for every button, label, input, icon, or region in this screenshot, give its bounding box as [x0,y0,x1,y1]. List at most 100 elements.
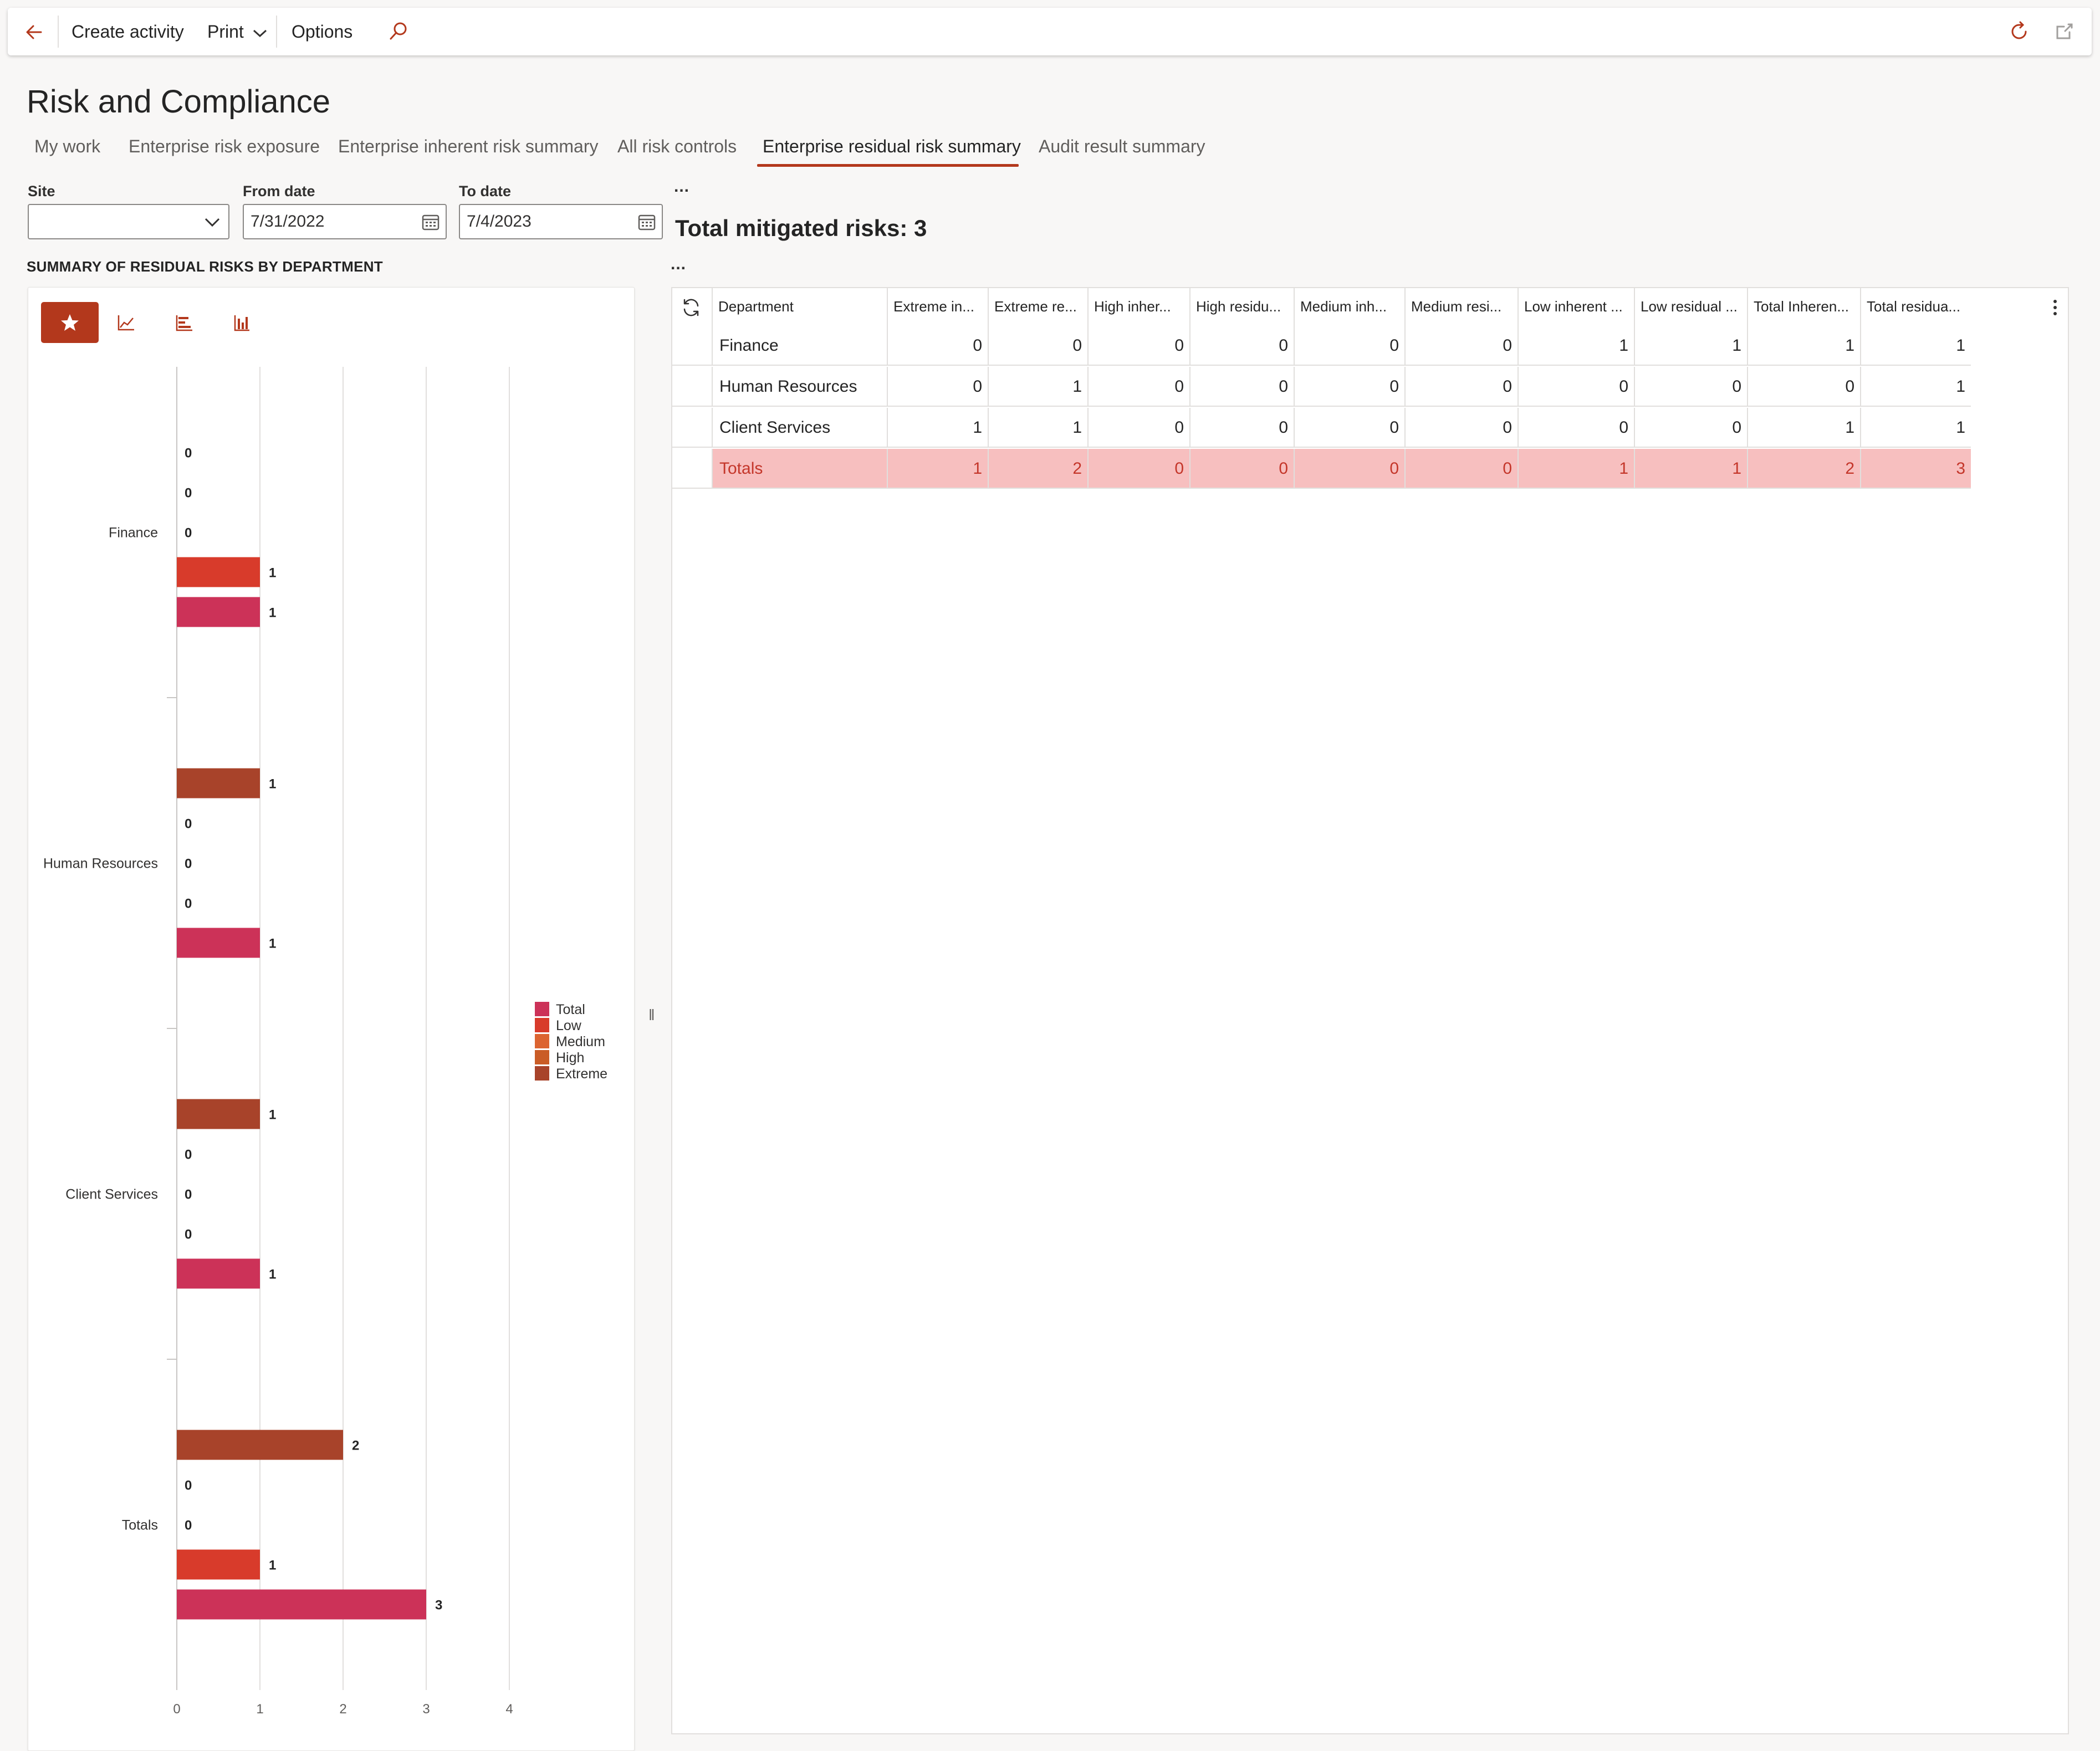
column-header[interactable]: Low residual ... [1634,287,1747,326]
column-header[interactable]: Extreme in... [887,287,988,326]
chart-type-favorite-button[interactable] [41,302,99,343]
from-date-label: From date [243,183,315,199]
legend-label: Extreme [556,1066,607,1082]
grid-cell-value[interactable]: 0 [1747,367,1860,407]
search-icon[interactable] [387,20,410,43]
grid-cell-value[interactable]: 1 [887,449,988,489]
chart-type-line-button[interactable] [98,302,155,343]
grid-cell-value[interactable]: 0 [1189,326,1294,366]
grid-cell-value[interactable]: 0 [1294,449,1404,489]
data-label: 1 [269,1558,276,1573]
data-label: 0 [185,1227,192,1242]
data-label: 1 [269,1267,276,1282]
grid-cell-value[interactable]: 0 [1189,449,1294,489]
data-label: 0 [185,486,192,501]
legend-swatch [535,1002,549,1016]
grid-cell-value[interactable]: 1 [988,408,1087,448]
grid-cell-value[interactable]: 0 [1087,449,1189,489]
star-icon [61,314,79,331]
grid-cell-value[interactable]: 1 [1517,326,1634,366]
grid-cell-value[interactable]: 0 [887,367,988,407]
grid-cell-value[interactable]: 0 [1634,408,1747,448]
column-header[interactable]: High inher... [1087,287,1189,326]
grid-cell-value[interactable]: 0 [1404,326,1517,366]
grid-cell-value[interactable]: 1 [1747,326,1860,366]
grid-cell-value[interactable]: 0 [1404,449,1517,489]
grid-cell-value[interactable]: 0 [887,326,988,366]
column-header[interactable]: Medium resi... [1404,287,1517,326]
grid-cell-value[interactable]: 0 [1087,367,1189,407]
category-label: Human Resources [43,856,158,872]
calendar-icon[interactable] [421,213,440,232]
grid-cell-value[interactable]: 0 [1294,408,1404,448]
grid-cell-value[interactable]: 0 [1087,326,1189,366]
grid-cell-value[interactable]: 1 [1860,408,1971,448]
grid-cell-department[interactable]: Finance [712,326,887,366]
grid-cell-department[interactable]: Human Resources [712,367,887,407]
column-header[interactable]: Medium inh... [1294,287,1404,326]
grid-cell-value[interactable]: 1 [1634,449,1747,489]
grid-cell-value[interactable]: 1 [1634,326,1747,366]
grid-cell-value[interactable]: 0 [1087,408,1189,448]
grid-cell-value[interactable]: 1 [1860,326,1971,366]
tab-all-risk-controls[interactable]: All risk controls [617,136,737,157]
options-button[interactable]: Options [292,8,352,55]
column-header[interactable]: Low inherent ... [1517,287,1634,326]
refresh-grid-icon[interactable] [679,296,703,319]
data-label: 0 [185,857,192,872]
grid-cell-department[interactable]: Client Services [712,408,887,448]
legend-label: Low [556,1018,582,1033]
grid-cell-value[interactable]: 0 [1517,408,1634,448]
grid-cell-value[interactable]: 0 [988,326,1087,366]
create-activity-button[interactable]: Create activity [71,8,184,55]
more-options-ellipsis[interactable]: ... [674,177,689,196]
more-options-ellipsis[interactable]: ... [671,255,686,274]
grid-cell-value[interactable]: 1 [1517,449,1634,489]
x-tick-label: 4 [505,1702,513,1717]
print-button[interactable]: Print [207,8,268,55]
grid-cell-value[interactable]: 3 [1860,449,1971,489]
tab-enterprise-residual-risk-summary[interactable]: Enterprise residual risk summary [763,136,1021,157]
grid-cell-value[interactable]: 0 [1634,367,1747,407]
grid-cell-value[interactable]: 0 [1294,326,1404,366]
column-options-icon[interactable] [2047,298,2063,317]
chart-type-column-button[interactable] [213,302,270,343]
column-header[interactable]: High residu... [1189,287,1294,326]
grid-cell-value[interactable]: 1 [1860,367,1971,407]
column-header[interactable]: Department [712,287,887,326]
data-label: 0 [185,1148,192,1163]
tab-my-work[interactable]: My work [34,136,100,157]
site-dropdown[interactable] [28,204,229,239]
grid-cell-value[interactable]: 0 [1404,408,1517,448]
grid-cell-value[interactable]: 0 [1189,408,1294,448]
grid-cell-value[interactable]: 0 [1404,367,1517,407]
grid-cell-value[interactable]: 2 [1747,449,1860,489]
grid-cell-value[interactable]: 1 [887,408,988,448]
calendar-icon[interactable] [637,213,656,232]
refresh-icon[interactable] [2007,20,2031,43]
from-date-input[interactable]: 7/31/2022 [243,204,447,239]
grid-cell-value[interactable]: 2 [988,449,1087,489]
tab-audit-result-summary[interactable]: Audit result summary [1039,136,1205,157]
bar-low [177,1549,260,1580]
row-selector[interactable] [672,367,712,407]
row-selector[interactable] [672,449,712,489]
row-selector[interactable] [672,326,712,366]
column-header[interactable]: Total residua... [1860,287,1971,326]
grid-cell-value[interactable]: 0 [1189,367,1294,407]
open-in-new-icon[interactable] [2053,20,2076,43]
to-date-input[interactable]: 7/4/2023 [459,204,663,239]
column-header[interactable]: Total Inheren... [1747,287,1860,326]
tab-enterprise-inherent-risk-summary[interactable]: Enterprise inherent risk summary [338,136,598,157]
pane-splitter-handle[interactable]: ‖ [648,1006,655,1024]
grid-cell-department[interactable]: Totals [712,449,887,489]
row-selector[interactable] [672,408,712,448]
back-arrow-icon[interactable] [23,21,45,43]
grid-cell-value[interactable]: 1 [988,367,1087,407]
chart-type-bar-button[interactable] [155,302,213,343]
grid-cell-value[interactable]: 1 [1747,408,1860,448]
grid-cell-value[interactable]: 0 [1294,367,1404,407]
column-header[interactable]: Extreme re... [988,287,1087,326]
tab-enterprise-risk-exposure[interactable]: Enterprise risk exposure [129,136,320,157]
grid-cell-value[interactable]: 0 [1517,367,1634,407]
